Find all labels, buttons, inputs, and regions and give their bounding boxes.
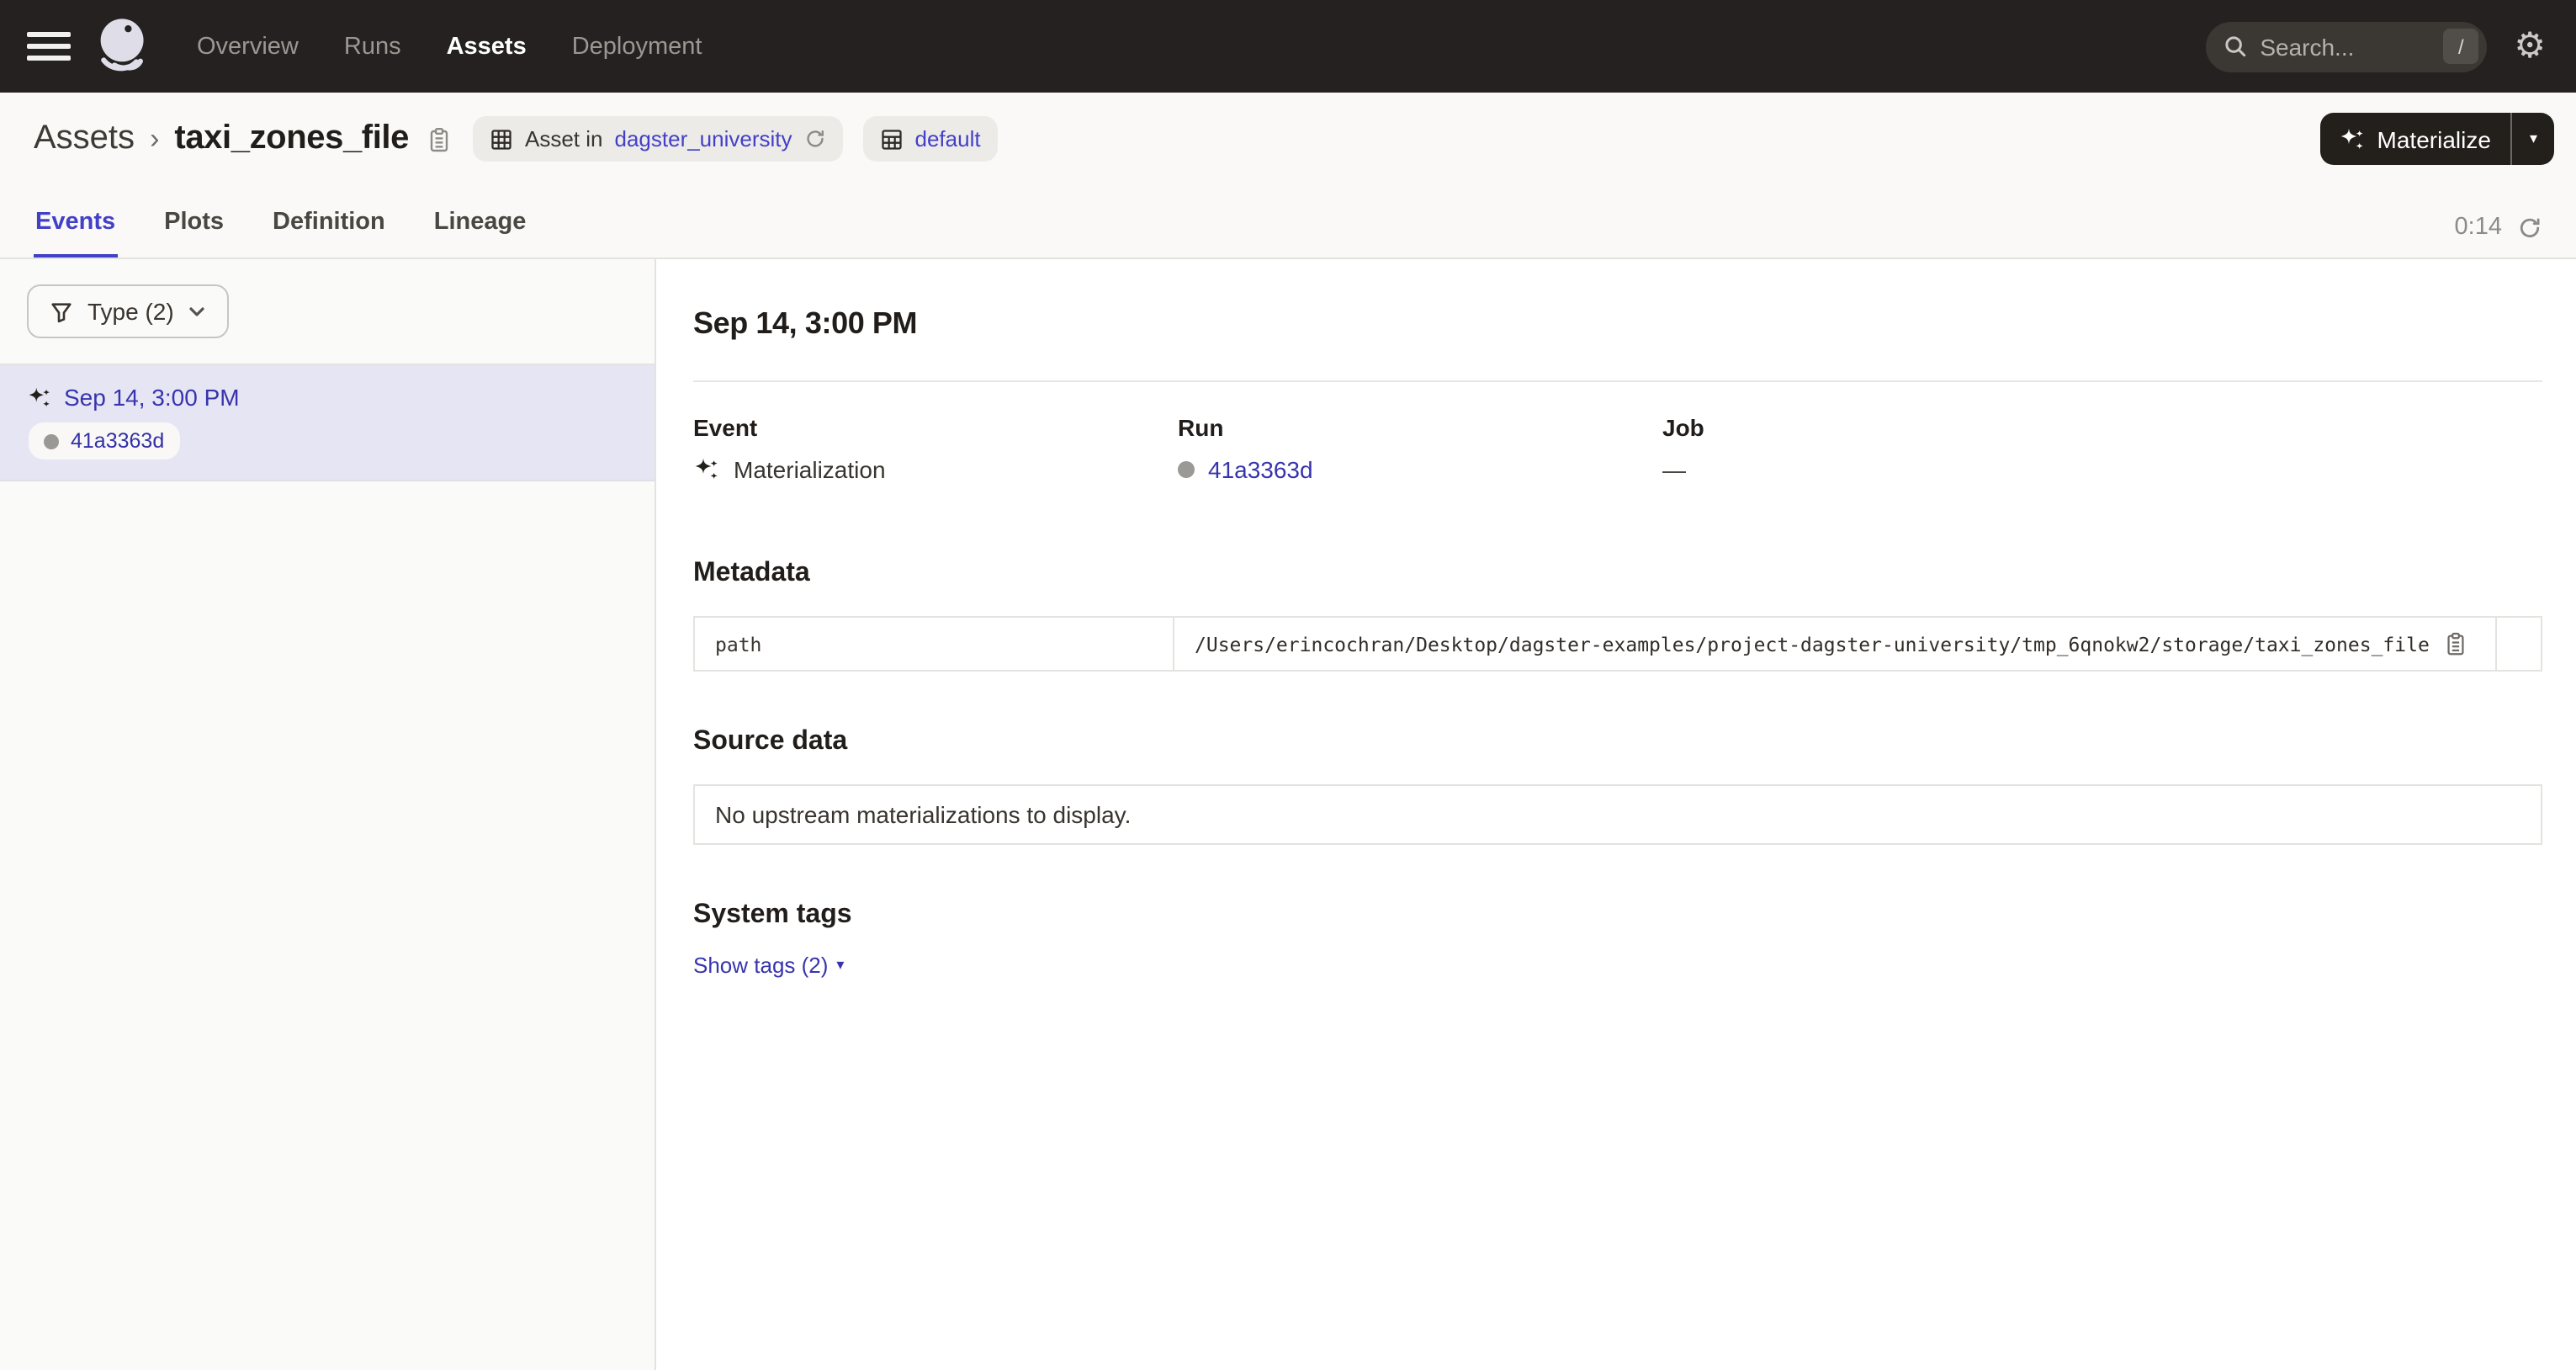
- event-item-timestamp-row: Sep 14, 3:00 PM: [27, 384, 628, 411]
- event-list-item-selected[interactable]: Sep 14, 3:00 PM 41a3363d: [0, 365, 655, 481]
- breadcrumb-assets-link[interactable]: Assets: [34, 119, 135, 158]
- dagster-logo[interactable]: [89, 13, 156, 80]
- run-column-label: Run: [1178, 414, 1662, 441]
- run-value: 41a3363d: [1178, 456, 1662, 483]
- materialize-button-label: Materialize: [2377, 125, 2491, 152]
- nav-item-overview[interactable]: Overview: [197, 33, 299, 60]
- metadata-path-link[interactable]: /Users/erincochran/Desktop/dagster-examp…: [1195, 632, 2430, 656]
- copy-path-icon[interactable]: [2443, 631, 2468, 656]
- event-detail-pane: Sep 14, 3:00 PM Event Materializatio: [656, 259, 2576, 1370]
- event-timestamp-link[interactable]: Sep 14, 3:00 PM: [64, 384, 240, 411]
- events-sidebar: Type (2): [0, 259, 656, 1370]
- event-type-value: Materialization: [693, 456, 1178, 483]
- search-icon: [2223, 34, 2248, 59]
- filter-row: Type (2): [0, 259, 655, 365]
- show-tags-label: Show tags (2): [693, 953, 828, 978]
- source-data-heading: Source data: [693, 727, 2542, 757]
- type-filter-button[interactable]: Type (2): [27, 284, 230, 338]
- source-data-empty-message: No upstream materializations to display.: [693, 784, 2542, 845]
- caret-down-icon: ▾: [836, 956, 844, 974]
- tab-plots[interactable]: Plots: [162, 209, 225, 258]
- metadata-row: path /Users/erincochran/Desktop/dagster-…: [694, 617, 2542, 671]
- asset-tabs: Events Plots Definition Lineage: [34, 209, 527, 258]
- system-tags-heading: System tags: [693, 900, 2542, 931]
- run-status-dot: [44, 433, 59, 449]
- content-area: Type (2): [0, 259, 2576, 1370]
- tab-bar: Events Plots Definition Lineage 0:14: [0, 185, 2576, 259]
- refresh-countdown: 0:14: [2455, 214, 2502, 241]
- materialization-sparkle-icon: [693, 456, 720, 483]
- job-value: —: [1662, 456, 2542, 483]
- materialize-split-button: Materialize ▾: [2320, 113, 2554, 165]
- refresh-icon[interactable]: [2517, 215, 2542, 240]
- filter-icon: [49, 299, 74, 324]
- run-id-link[interactable]: 41a3363d: [1208, 456, 1313, 483]
- materialize-dropdown-caret-icon[interactable]: ▾: [2513, 113, 2554, 165]
- metadata-value-cell: /Users/erincochran/Desktop/dagster-examp…: [1174, 617, 2496, 671]
- asset-group-badge: default: [863, 116, 998, 162]
- heading-divider: [693, 380, 2542, 382]
- hamburger-menu-icon[interactable]: [27, 29, 71, 64]
- job-column-label: Job: [1662, 414, 2542, 441]
- search-input[interactable]: [2260, 33, 2431, 60]
- materialize-sparkle-icon: [2339, 125, 2366, 152]
- primary-nav: Overview Runs Assets Deployment: [197, 33, 702, 60]
- metadata-key-cell: path: [694, 617, 1174, 671]
- event-column-label: Event: [693, 414, 1178, 441]
- metadata-extra-cell: [2496, 617, 2542, 671]
- nav-item-deployment[interactable]: Deployment: [572, 33, 702, 60]
- job-summary-col: Job —: [1662, 414, 2542, 483]
- nav-item-assets[interactable]: Assets: [447, 33, 527, 60]
- run-id-link[interactable]: 41a3363d: [71, 429, 164, 453]
- event-summary-grid: Event Materialization Run: [693, 414, 2542, 483]
- run-id-chip[interactable]: 41a3363d: [29, 422, 179, 459]
- page-title: taxi_zones_file: [174, 119, 409, 158]
- asset-group-icon: [490, 127, 513, 151]
- materialization-sparkle-icon: [27, 385, 52, 410]
- app-window: Overview Runs Assets Deployment / ⚙ Asse…: [0, 0, 2576, 1370]
- metadata-table: path /Users/erincochran/Desktop/dagster-…: [693, 616, 2542, 672]
- repo-link[interactable]: dagster_university: [615, 126, 792, 151]
- show-tags-toggle[interactable]: Show tags (2) ▾: [693, 953, 844, 978]
- tab-events[interactable]: Events: [34, 209, 117, 258]
- event-detail-heading: Sep 14, 3:00 PM: [693, 306, 2542, 342]
- tab-lineage[interactable]: Lineage: [432, 209, 528, 258]
- slash-shortcut-badge: /: [2443, 29, 2478, 64]
- materialize-button[interactable]: Materialize: [2320, 113, 2511, 165]
- global-search[interactable]: /: [2206, 21, 2487, 72]
- breadcrumb: Assets › taxi_zones_file: [34, 119, 453, 158]
- metadata-heading: Metadata: [693, 559, 2542, 589]
- asset-repo-badge: Asset in dagster_university: [473, 116, 843, 162]
- group-link[interactable]: default: [915, 126, 981, 151]
- event-type-text: Materialization: [734, 456, 886, 483]
- copy-asset-name-icon[interactable]: [426, 125, 453, 152]
- chevron-down-icon: [188, 301, 208, 321]
- page-header: Assets › taxi_zones_file Asset in da: [0, 93, 2576, 185]
- asset-repo-prefix: Asset in: [525, 126, 603, 151]
- event-summary-col: Event Materialization: [693, 414, 1178, 483]
- tab-definition[interactable]: Definition: [271, 209, 387, 258]
- octopus-logo-icon: [89, 13, 156, 80]
- run-status-dot: [1178, 461, 1195, 478]
- reload-repo-icon[interactable]: [804, 128, 826, 150]
- top-nav: Overview Runs Assets Deployment / ⚙: [0, 0, 2576, 93]
- nav-item-runs[interactable]: Runs: [344, 33, 401, 60]
- run-summary-col: Run 41a3363d: [1178, 414, 1662, 483]
- refresh-timer: 0:14: [2455, 214, 2542, 258]
- type-filter-label: Type (2): [87, 298, 174, 325]
- breadcrumb-separator: ›: [150, 121, 159, 157]
- group-grid-icon: [880, 127, 904, 151]
- gear-icon[interactable]: ⚙: [2514, 29, 2546, 64]
